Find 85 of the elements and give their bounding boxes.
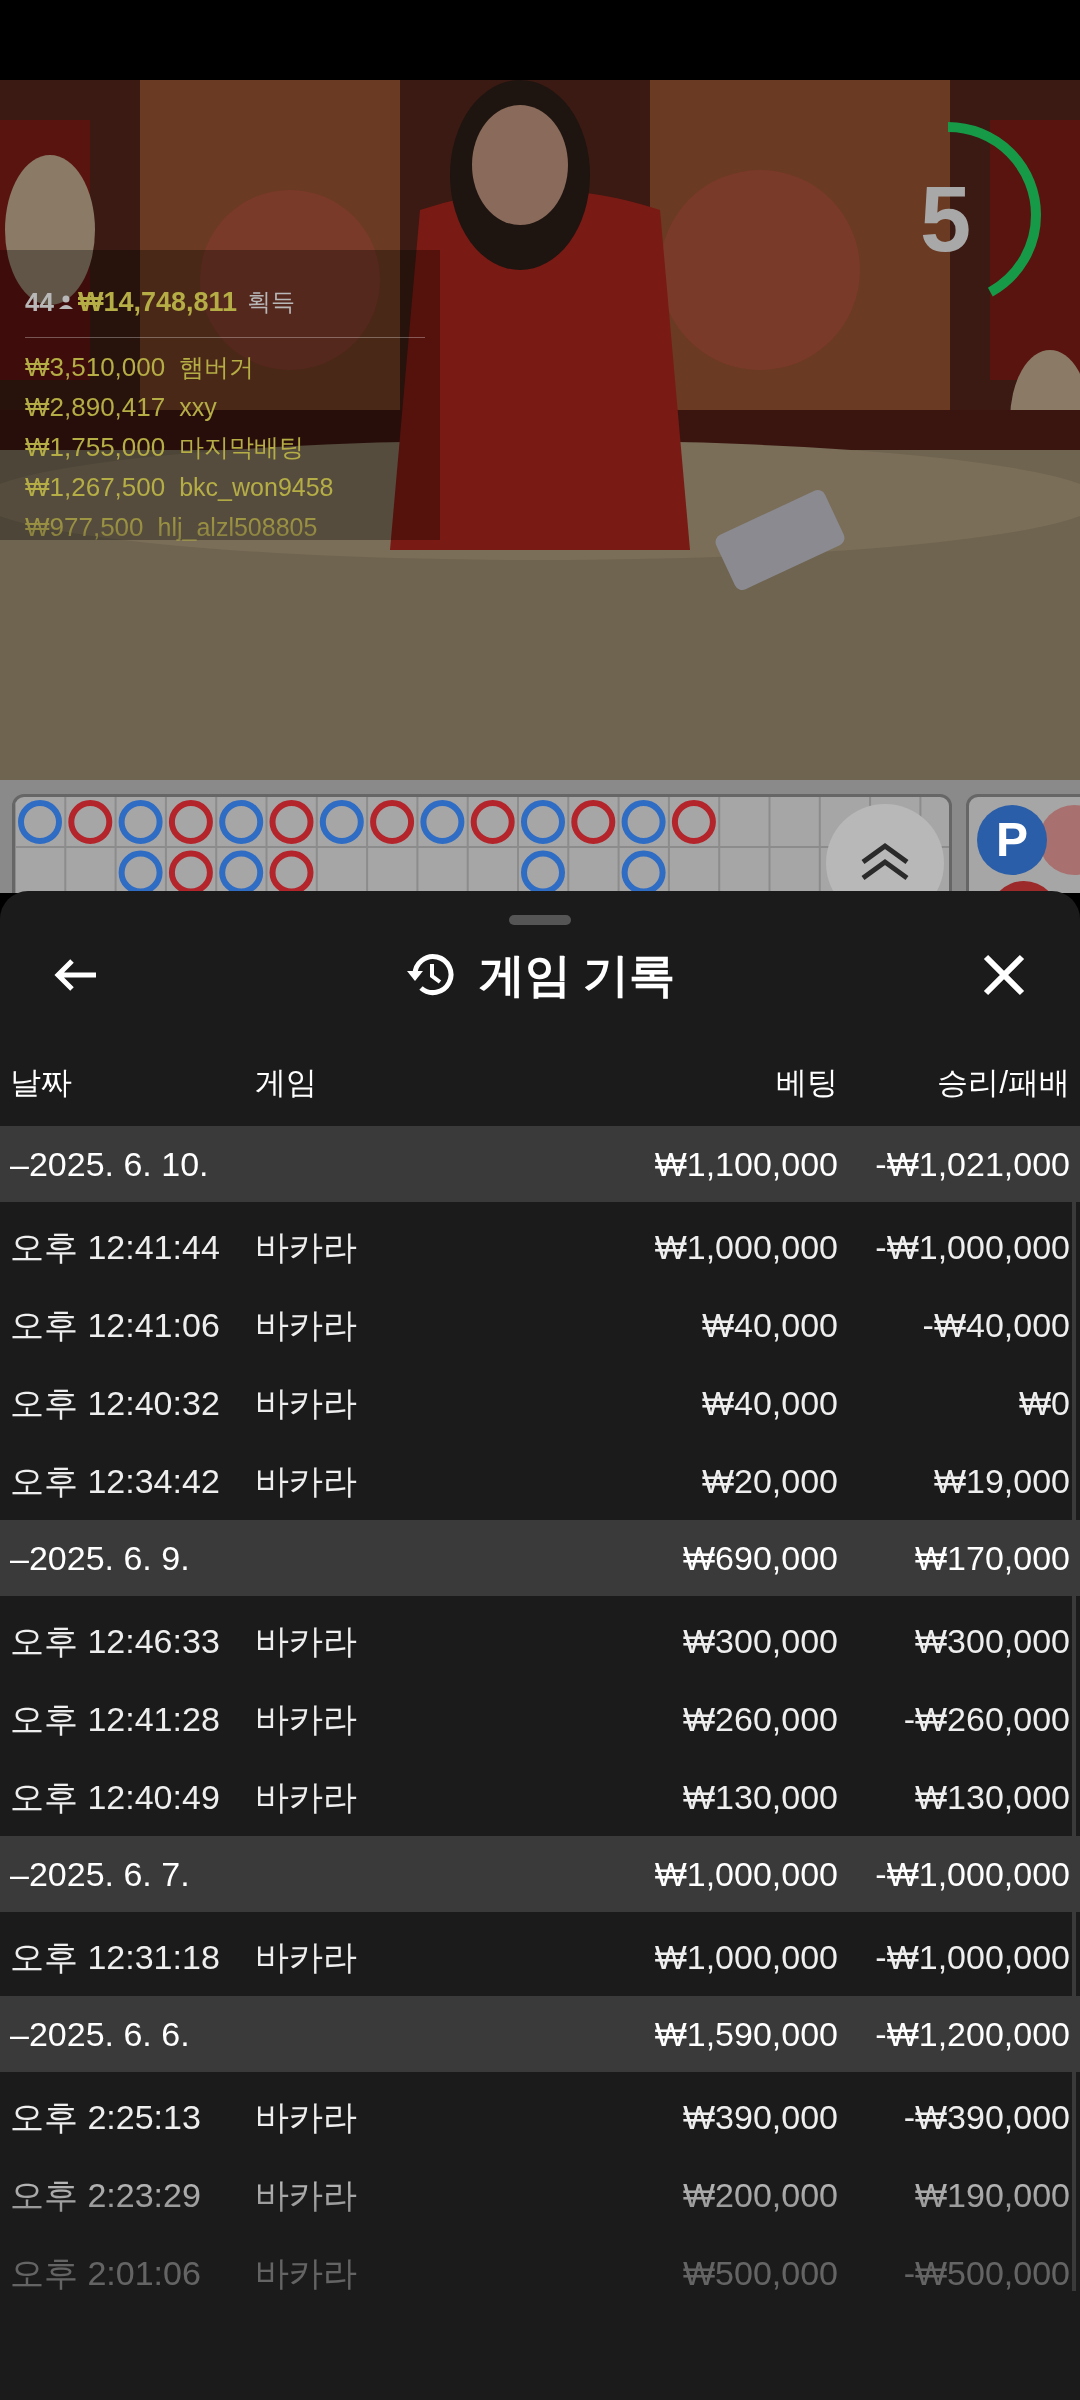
bet-cell: ₩1,000,000 [654,1227,838,1266]
group-result-total: -₩1,021,000 [875,1144,1070,1183]
winner-amount: ₩977,500 [25,511,144,544]
countdown-number: 5 [920,173,972,265]
total-label: 획득 [247,287,296,318]
date-group-row[interactable]: –2025. 6. 10. ₩1,100,000 -₩1,021,000 [0,1126,1080,1202]
game-cell: 바카라 [255,1699,357,1738]
game-cell: 바카라 [255,2097,357,2136]
bet-cell: ₩130,000 [683,1777,838,1816]
game-cell: 바카라 [255,1227,357,1266]
result-cell: ₩190,000 [915,2175,1070,2214]
result-cell: -₩1,000,000 [875,1227,1070,1266]
result-cell: -₩500,000 [903,2253,1070,2292]
winner-amount: ₩3,510,000 [25,351,166,384]
result-cell: ₩130,000 [915,1777,1070,1816]
back-arrow-icon [54,958,98,992]
time-cell: 오후 2:25:13 [10,2097,201,2136]
column-header: 게임 [255,1064,317,1100]
group-date: –2025. 6. 9. [10,1538,190,1577]
bet-cell: ₩390,000 [683,2097,838,2136]
game-cell: 바카라 [255,1937,357,1976]
game-cell: 바카라 [255,1461,357,1500]
time-cell: 오후 12:41:06 [10,1305,220,1344]
result-cell: ₩0 [1019,1383,1070,1422]
time-cell: 오후 2:23:29 [10,2175,201,2214]
result-cell: -₩260,000 [903,1699,1070,1738]
column-header: 승리/패배 [937,1064,1070,1100]
winner-amount: ₩1,755,000 [25,431,166,464]
time-cell: 오후 12:41:44 [10,1227,220,1266]
sheet-title: 게임 기록 [478,947,676,1003]
time-cell: 오후 12:40:32 [10,1383,220,1422]
time-cell: 오후 2:01:06 [10,2253,201,2292]
winner-name: xxy [179,391,217,423]
game-cell: 바카라 [255,2175,357,2214]
bet-cell: ₩20,000 [701,1461,838,1500]
close-icon [983,954,1025,996]
game-cell: 바카라 [255,2253,357,2292]
group-result-total: -₩1,200,000 [875,2014,1070,2053]
player-count: 44 [25,285,54,319]
double-chevron-icon [859,842,911,882]
group-date: –2025. 6. 6. [10,2014,190,2053]
group-result-total: ₩170,000 [915,1538,1070,1577]
winner-name: 햄버거 [179,351,255,383]
winner-name: bkc_won9458 [179,471,334,503]
time-cell: 오후 12:31:18 [10,1937,220,1976]
player-marker: P [977,805,1047,875]
time-cell: 오후 12:40:49 [10,1777,220,1816]
game-cell: 바카라 [255,1383,357,1422]
time-cell: 오후 12:46:33 [10,1621,220,1660]
person-icon [57,294,74,311]
game-cell: 바카라 [255,1305,357,1344]
winner-name: 마지막배팅 [179,431,305,463]
result-cell: ₩19,000 [933,1461,1070,1500]
time-cell: 오후 12:34:42 [10,1461,220,1500]
winner-amount: ₩2,890,417 [25,391,166,424]
column-header: 날짜 [10,1064,72,1100]
winner-name: hlj_alzl508805 [157,511,318,543]
group-bet-total: ₩1,100,000 [654,1144,838,1183]
group-result-total: -₩1,000,000 [875,1854,1070,1893]
bet-cell: ₩1,000,000 [654,1937,838,1976]
bet-cell: ₩260,000 [683,1699,838,1738]
column-header: 베팅 [776,1064,838,1100]
group-bet-total: ₩1,000,000 [654,1854,838,1893]
date-group-row[interactable]: –2025. 6. 9. ₩690,000 ₩170,000 [0,1520,1080,1596]
winner-amount: ₩1,267,500 [25,471,166,504]
total-winnings: ₩14,748,811 [77,286,238,319]
result-cell: -₩390,000 [903,2097,1070,2136]
group-bet-total: ₩1,590,000 [654,2014,838,2053]
date-group-row[interactable]: –2025. 6. 7. ₩1,000,000 -₩1,000,000 [0,1836,1080,1912]
bet-cell: ₩200,000 [683,2175,838,2214]
group-date: –2025. 6. 10. [10,1144,209,1183]
group-bet-total: ₩690,000 [683,1538,838,1577]
time-cell: 오후 12:41:28 [10,1699,220,1738]
bet-cell: ₩500,000 [683,2253,838,2292]
result-cell: -₩1,000,000 [875,1937,1070,1976]
bet-cell: ₩40,000 [701,1305,838,1344]
bet-cell: ₩300,000 [683,1621,838,1660]
result-cell: ₩300,000 [915,1621,1070,1660]
group-date: –2025. 6. 7. [10,1854,190,1893]
result-cell: -₩40,000 [922,1305,1070,1344]
game-cell: 바카라 [255,1621,357,1660]
bet-cell: ₩40,000 [701,1383,838,1422]
game-cell: 바카라 [255,1777,357,1816]
date-group-row[interactable]: –2025. 6. 6. ₩1,590,000 -₩1,200,000 [0,1996,1080,2072]
drag-handle[interactable] [509,915,571,925]
